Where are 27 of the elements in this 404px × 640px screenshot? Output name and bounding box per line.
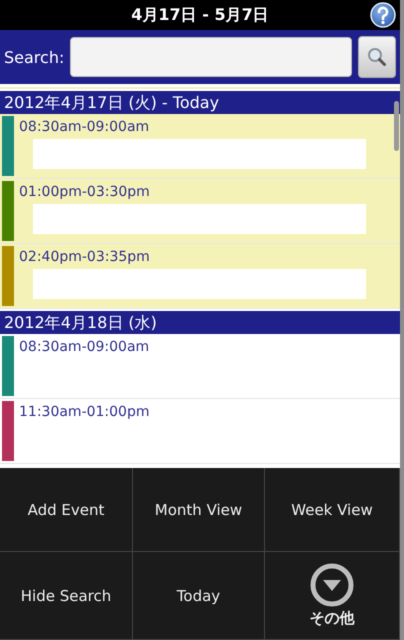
- event-time: 08:30am-09:00am: [19, 339, 150, 355]
- day-header: 2012年4月18日 (水): [0, 309, 400, 334]
- event-row[interactable]: 08:30am-09:00am: [0, 114, 400, 179]
- event-time: 11:30am-01:00pm: [19, 404, 150, 420]
- event-time: 08:30am-09:00am: [19, 119, 150, 135]
- menu-item[interactable]: Week View: [265, 468, 400, 552]
- menu-item[interactable]: Today: [133, 552, 265, 640]
- menu-item[interactable]: Month View: [133, 468, 265, 552]
- event-time: 01:00pm-03:30pm: [19, 184, 151, 200]
- window-title: 4月17日 - 5月7日: [131, 4, 269, 26]
- event-row[interactable]: 08:30am-09:00am: [0, 334, 400, 399]
- search-button[interactable]: [358, 36, 396, 78]
- scrollbar: [394, 101, 399, 151]
- menu-item-label: その他: [310, 609, 354, 628]
- day-header: 2012年4月17日 (火) - Today: [0, 89, 400, 114]
- dropdown-icon: [310, 563, 354, 607]
- event-row[interactable]: 02:40pm-03:35pm: [0, 244, 400, 309]
- search-field[interactable]: [70, 37, 352, 77]
- event-row[interactable]: 11:30am-01:00pm: [0, 399, 400, 464]
- menu-item[interactable]: Add Event: [0, 468, 133, 552]
- search-icon: [366, 46, 388, 68]
- search-label: Search:: [4, 48, 64, 66]
- more-menu-item[interactable]: その他: [265, 552, 400, 640]
- event-time: 02:40pm-03:35pm: [19, 249, 151, 265]
- menu-item[interactable]: Hide Search: [0, 552, 133, 640]
- event-row[interactable]: 01:00pm-03:30pm: [0, 179, 400, 244]
- help-icon[interactable]: [370, 2, 396, 28]
